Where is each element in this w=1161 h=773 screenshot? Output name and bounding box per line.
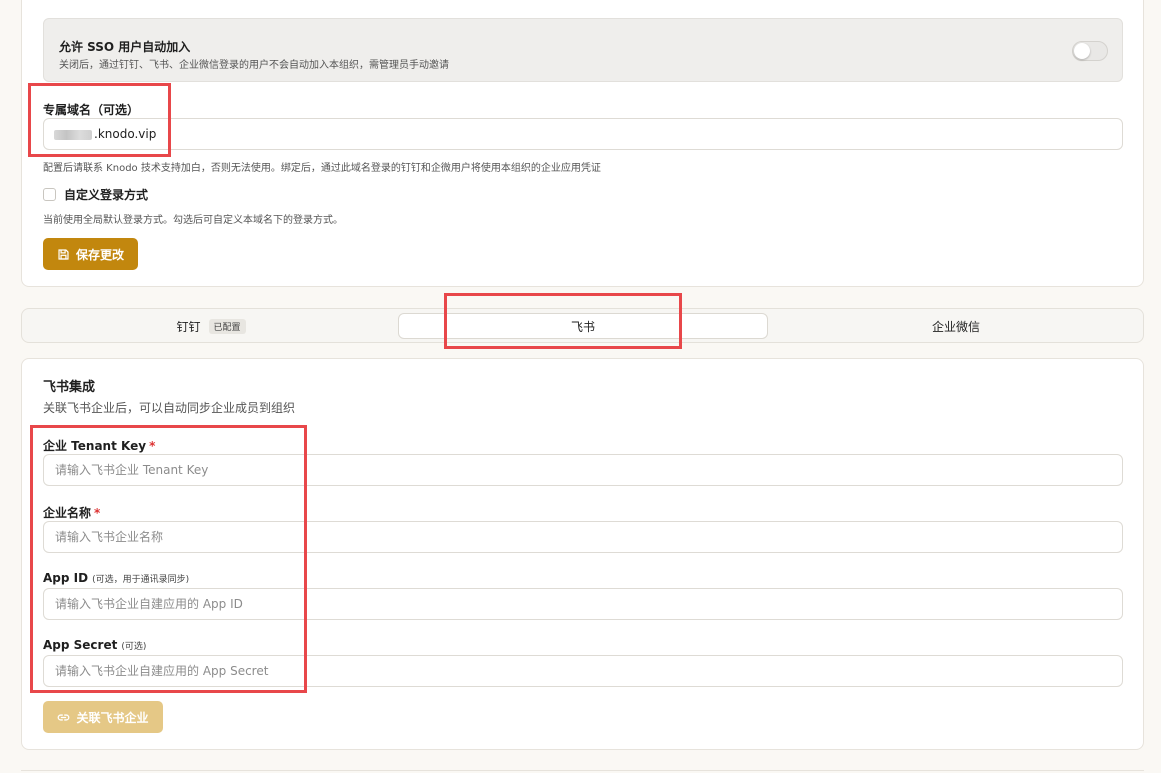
settings-page: 允许 SSO 用户自动加入 关闭后，通过钉钉、飞书、企业微信登录的用户不会自动加… <box>0 0 1161 773</box>
sso-auto-join-toggle[interactable] <box>1072 41 1108 61</box>
link-icon <box>58 713 70 721</box>
custom-login-checkbox[interactable] <box>43 187 56 201</box>
feishu-title: 飞书集成 <box>43 380 96 395</box>
sso-auto-join-title: 允许 SSO 用户自动加入 <box>59 40 191 54</box>
annotation-box-feishu-fields <box>30 425 307 693</box>
link-feishu-button[interactable]: 关联飞书企业 <box>43 701 163 733</box>
annotation-box-domain <box>28 83 171 157</box>
domain-input[interactable]: .knodo.vip <box>43 118 1123 150</box>
annotation-box-feishu-tab <box>444 293 682 349</box>
save-button[interactable]: 保存更改 <box>43 238 138 270</box>
link-feishu-button-label: 关联飞书企业 <box>76 710 149 725</box>
save-icon <box>58 248 69 260</box>
sso-settings-card: 允许 SSO 用户自动加入 关闭后，通过钉钉、飞书、企业微信登录的用户不会自动加… <box>21 0 1144 287</box>
save-button-label: 保存更改 <box>75 247 124 262</box>
sso-auto-join-description: 关闭后，通过钉钉、飞书、企业微信登录的用户不会自动加入本组织，需管理员手动邀请 <box>59 60 449 71</box>
custom-login-hint: 当前使用全局默认登录方式。勾选后可自定义本域名下的登录方式。 <box>43 215 343 226</box>
configured-badge: 已配置 <box>208 318 246 334</box>
tab-dingtalk-label: 钉钉 <box>176 319 201 334</box>
tab-wecom-label: 企业微信 <box>931 319 980 334</box>
custom-login-row[interactable]: 自定义登录方式 <box>43 186 148 203</box>
custom-login-label[interactable]: 自定义登录方式 <box>64 186 148 203</box>
tab-wecom[interactable]: 企业微信 <box>772 313 1140 339</box>
toggle-knob <box>1074 43 1090 59</box>
feishu-description: 关联飞书企业后，可以自动同步企业成员到组织 <box>43 401 296 415</box>
domain-hint: 配置后请联系 Knodo 技术支持加白，否则无法使用。绑定后，通过此域名登录的钉… <box>43 163 601 174</box>
tab-dingtalk[interactable]: 钉钉 已配置 <box>26 313 396 339</box>
sso-auto-join-panel: 允许 SSO 用户自动加入 关闭后，通过钉钉、飞书、企业微信登录的用户不会自动加… <box>43 18 1123 82</box>
